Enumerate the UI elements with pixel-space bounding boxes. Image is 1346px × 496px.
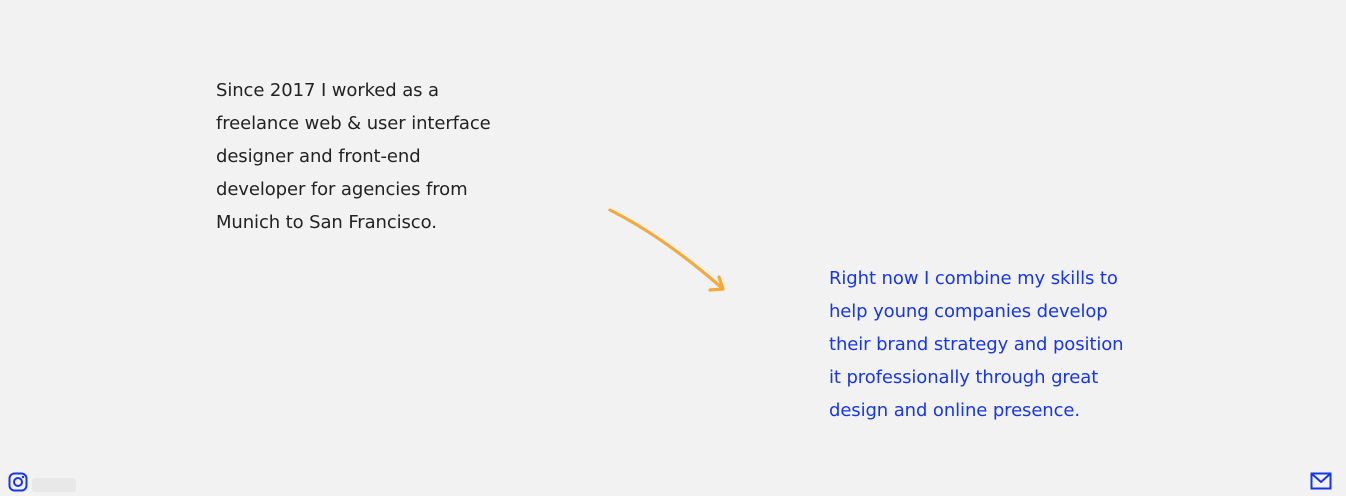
instagram-icon (8, 472, 28, 492)
current-work-paragraph: Right now I combine my skills to help yo… (829, 262, 1139, 427)
current-line: design and online presence. (829, 400, 1081, 421)
instagram-handle-placeholder (32, 478, 76, 492)
mail-icon (1310, 472, 1332, 490)
instagram-link[interactable] (8, 472, 28, 492)
intro-line: freelance web & user interface (216, 113, 491, 134)
intro-line: Since 2017 I worked as a (216, 80, 439, 101)
intro-paragraph: Since 2017 I worked as a freelance web &… (216, 74, 516, 239)
intro-line: designer and front-end (216, 146, 421, 167)
current-line: it professionally through great (829, 367, 1099, 388)
intro-line: developer for agencies from (216, 179, 468, 200)
current-line: their brand strategy and position (829, 334, 1124, 355)
arrow-icon (608, 208, 725, 292)
mail-link[interactable] (1310, 472, 1332, 490)
current-line: Right now I combine my skills to (829, 268, 1118, 289)
intro-line: Munich to San Francisco. (216, 212, 437, 233)
current-line: help young companies develop (829, 301, 1108, 322)
